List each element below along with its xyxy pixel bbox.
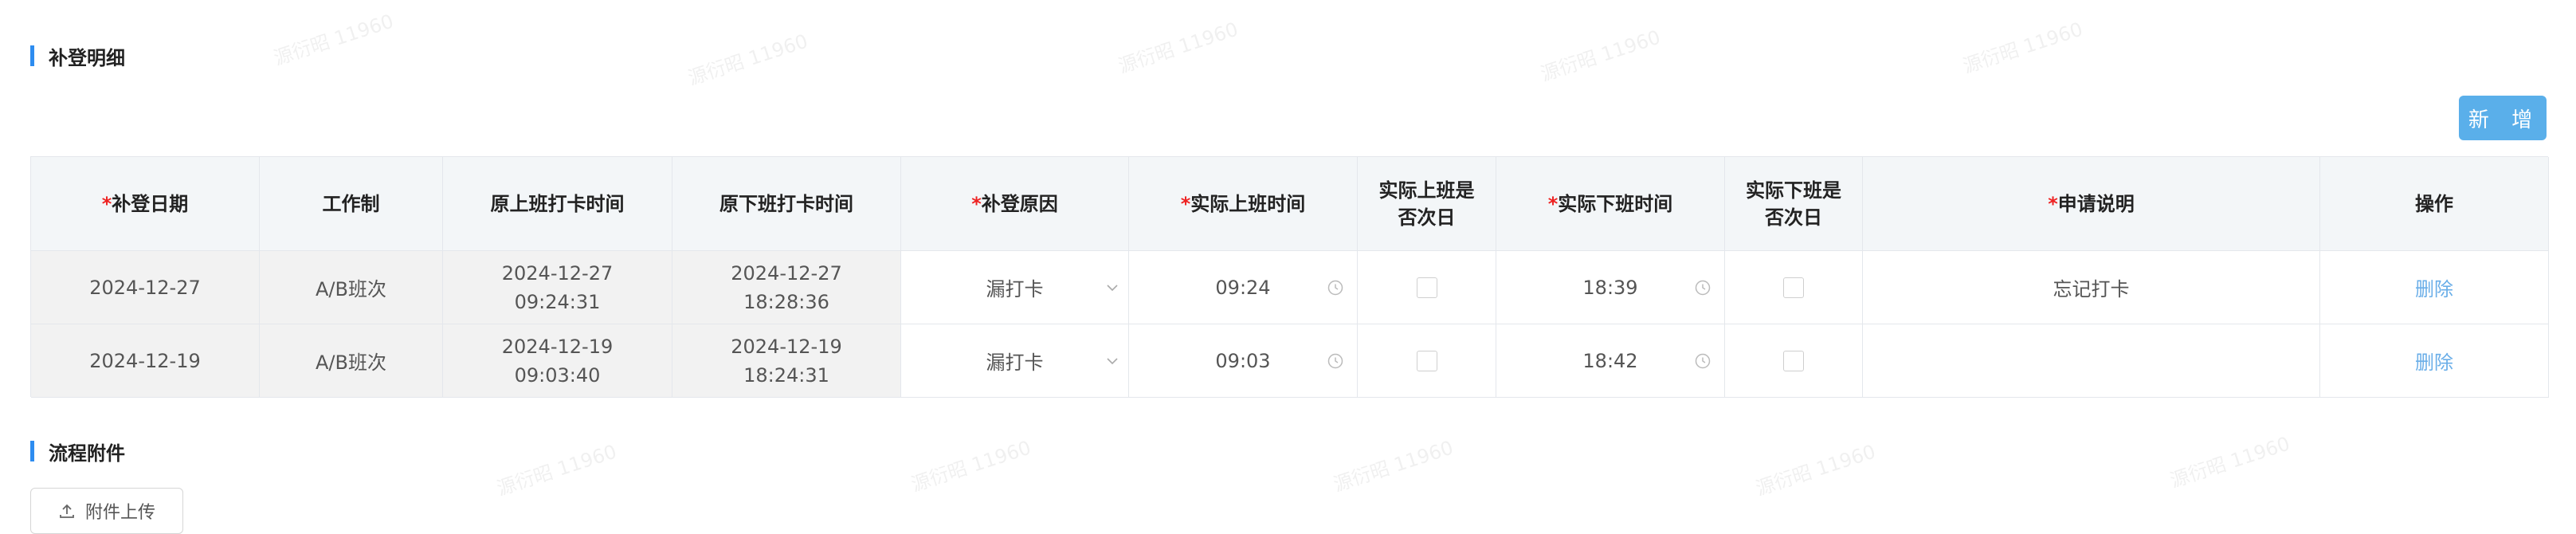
out-next-day-checkbox[interactable] <box>1783 350 1804 371</box>
header-date: * 补登日期 <box>31 157 260 251</box>
header-actual-out: * 实际下班时间 <box>1496 157 1725 251</box>
clock-icon <box>1327 280 1343 295</box>
watermark: 源衍昭 11960 <box>1960 18 2086 78</box>
chevron-down-icon <box>1107 357 1118 364</box>
in-next-day-checkbox[interactable] <box>1416 350 1437 371</box>
header-remark: * 申请说明 <box>1863 157 2320 251</box>
reason-value: 漏打卡 <box>986 351 1044 374</box>
cell-orig-clock-out: 2024-12-27 18:28:36 <box>672 251 901 324</box>
required-mark: * <box>101 192 112 215</box>
section-title-attachment: 流程附件 <box>30 440 125 465</box>
orig-in-date: 2024-12-19 <box>501 335 614 358</box>
clock-icon <box>1695 280 1711 295</box>
actual-out-value: 18:42 <box>1582 349 1638 372</box>
required-mark: * <box>971 192 982 215</box>
watermark: 源衍昭 11960 <box>271 10 397 70</box>
section-accent-bar <box>30 45 34 66</box>
header-label: 实际上班是 否次日 <box>1378 179 1475 229</box>
header-label: 工作制 <box>322 192 380 215</box>
header-in-next-day: 实际上班是 否次日 <box>1358 157 1496 251</box>
out-next-day-checkbox[interactable] <box>1783 277 1804 298</box>
upload-icon <box>60 504 74 518</box>
header-label: 实际下班时间 <box>1558 192 1673 215</box>
actual-in-value: 09:24 <box>1215 276 1271 299</box>
orig-out-time: 18:28:36 <box>743 290 829 313</box>
watermark: 源衍昭 11960 <box>908 436 1034 497</box>
header-reason: * 补登原因 <box>901 157 1129 251</box>
watermark: 源衍昭 11960 <box>1538 26 1664 86</box>
reason-select[interactable]: 漏打卡 <box>901 324 1129 398</box>
required-mark: * <box>2048 192 2058 215</box>
out-next-day-cell <box>1725 251 1863 324</box>
delete-link[interactable]: 删除 <box>2415 347 2453 375</box>
remark-input[interactable]: 忘记打卡 <box>1863 251 2320 324</box>
section-title-detail: 补登明细 <box>30 45 125 69</box>
actual-in-time-picker[interactable]: 09:24 <box>1129 251 1358 324</box>
header-label: 原上班打卡时间 <box>490 192 625 215</box>
upload-button[interactable]: 附件上传 <box>30 488 183 534</box>
section-title-label: 补登明细 <box>49 46 125 69</box>
header-actual-in: * 实际上班时间 <box>1129 157 1358 251</box>
header-work-system: 工作制 <box>260 157 443 251</box>
watermark: 源衍昭 11960 <box>685 29 811 90</box>
clock-icon <box>1695 353 1711 368</box>
section-accent-bar <box>30 441 34 461</box>
in-next-day-cell <box>1358 251 1496 324</box>
header-label: 实际下班是 否次日 <box>1746 179 1841 229</box>
header-label: 补登原因 <box>981 192 1058 215</box>
cell-work-system: A/B班次 <box>260 324 443 398</box>
header-label: 原下班打卡时间 <box>719 192 853 215</box>
actual-out-value: 18:39 <box>1582 276 1638 299</box>
cell-orig-clock-out: 2024-12-19 18:24:31 <box>672 324 901 398</box>
orig-in-time: 09:24:31 <box>514 290 601 313</box>
add-button[interactable]: 新 增 <box>2459 96 2547 140</box>
detail-table: * 补登日期 工作制 原上班打卡时间 原下班打卡时间 * 补登原因 * 实际上班时间 … <box>30 156 2549 398</box>
header-orig-clock-out: 原下班打卡时间 <box>672 157 901 251</box>
header-label: 补登日期 <box>112 192 189 215</box>
actual-out-time-picker[interactable]: 18:39 <box>1496 251 1725 324</box>
header-orig-clock-in: 原上班打卡时间 <box>443 157 672 251</box>
reason-value: 漏打卡 <box>986 278 1044 300</box>
required-mark: * <box>1180 192 1191 215</box>
reason-select[interactable]: 漏打卡 <box>901 251 1129 324</box>
cell-orig-clock-in: 2024-12-19 09:03:40 <box>443 324 672 398</box>
orig-out-date: 2024-12-27 <box>731 261 842 285</box>
cell-date: 2024-12-27 <box>31 251 260 324</box>
watermark: 源衍昭 11960 <box>1331 436 1457 497</box>
action-cell: 删除 <box>2320 251 2549 324</box>
header-action: 操作 <box>2320 157 2549 251</box>
orig-out-date: 2024-12-19 <box>731 335 842 358</box>
header-label: 实际上班时间 <box>1190 192 1306 215</box>
action-cell: 删除 <box>2320 324 2549 398</box>
chevron-down-icon <box>1107 284 1118 291</box>
in-next-day-cell <box>1358 324 1496 398</box>
header-out-next-day: 实际下班是 否次日 <box>1725 157 1863 251</box>
actual-in-time-picker[interactable]: 09:03 <box>1129 324 1358 398</box>
cell-work-system: A/B班次 <box>260 251 443 324</box>
required-mark: * <box>1547 192 1559 215</box>
header-label: 操作 <box>2415 192 2453 215</box>
orig-out-time: 18:24:31 <box>743 363 829 387</box>
clock-icon <box>1327 353 1343 368</box>
watermark: 源衍昭 11960 <box>494 440 620 501</box>
watermark: 源衍昭 11960 <box>2167 432 2293 493</box>
remark-input[interactable] <box>1863 324 2320 398</box>
out-next-day-cell <box>1725 324 1863 398</box>
upload-label: 附件上传 <box>84 503 155 523</box>
watermark: 源衍昭 11960 <box>1115 18 1241 78</box>
cell-orig-clock-in: 2024-12-27 09:24:31 <box>443 251 672 324</box>
cell-date: 2024-12-19 <box>31 324 260 398</box>
orig-in-time: 09:03:40 <box>514 363 601 387</box>
section-title-label: 流程附件 <box>49 442 125 465</box>
actual-in-value: 09:03 <box>1215 349 1271 372</box>
orig-in-date: 2024-12-27 <box>501 261 614 285</box>
header-label: 申请说明 <box>2057 192 2135 215</box>
delete-link[interactable]: 删除 <box>2415 273 2453 301</box>
in-next-day-checkbox[interactable] <box>1416 277 1437 298</box>
watermark: 源衍昭 11960 <box>1753 440 1879 501</box>
actual-out-time-picker[interactable]: 18:42 <box>1496 324 1725 398</box>
